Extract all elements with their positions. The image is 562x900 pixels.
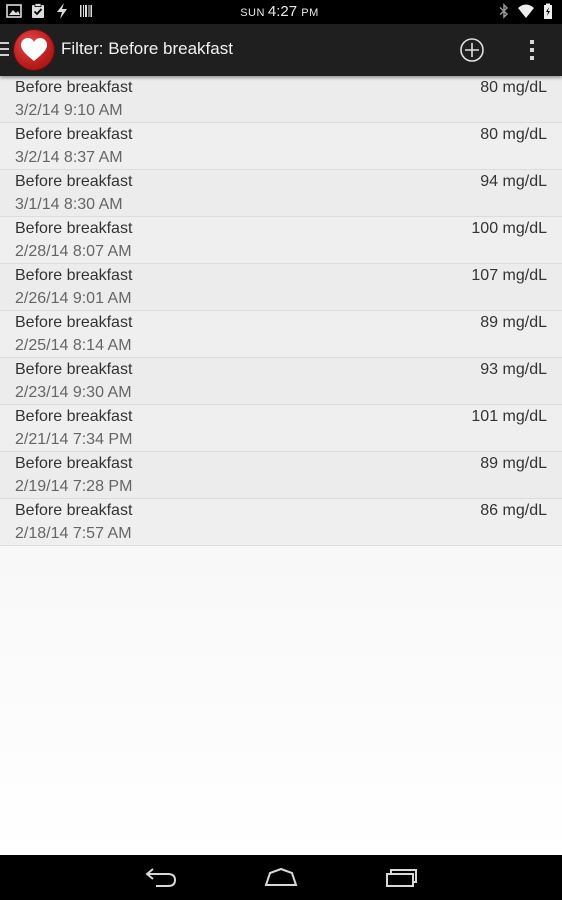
page-title: Filter: Before breakfast bbox=[61, 39, 233, 58]
status-bar: SUN 4:27 PM bbox=[0, 0, 562, 24]
entry-label: Before breakfast bbox=[15, 79, 133, 96]
heart-icon[interactable] bbox=[13, 29, 55, 71]
entry-value: 101 mg/dL bbox=[471, 408, 547, 425]
entry-value: 100 mg/dL bbox=[471, 220, 547, 237]
navigation-bar bbox=[0, 855, 562, 900]
entry-value: 86 mg/dL bbox=[480, 502, 547, 519]
entry-label: Before breakfast bbox=[15, 314, 133, 331]
list-item[interactable]: Before breakfast 107 mg/dL 2/26/14 9:01 … bbox=[0, 264, 562, 311]
clock-ampm: PM bbox=[301, 7, 319, 19]
entry-time: 2/18/14 7:57 AM bbox=[15, 525, 132, 542]
entry-time: 3/1/14 8:30 AM bbox=[15, 196, 123, 213]
entry-value: 94 mg/dL bbox=[480, 173, 547, 190]
entry-label: Before breakfast bbox=[15, 408, 133, 425]
entry-time: 2/19/14 7:28 PM bbox=[15, 478, 133, 495]
entry-label: Before breakfast bbox=[15, 126, 133, 143]
entry-value: 93 mg/dL bbox=[480, 361, 547, 378]
system-icons bbox=[496, 3, 556, 19]
battery-charging-icon bbox=[544, 3, 552, 19]
drawer-indicator-icon[interactable] bbox=[0, 42, 9, 58]
readings-list: Before breakfast 80 mg/dL 3/2/14 9:10 AM… bbox=[0, 76, 562, 855]
clock: SUN 4:27 PM bbox=[0, 3, 562, 20]
entry-time: 2/28/14 8:07 AM bbox=[15, 243, 132, 260]
list-item[interactable]: Before breakfast 100 mg/dL 2/28/14 8:07 … bbox=[0, 217, 562, 264]
clock-day: SUN bbox=[240, 7, 265, 19]
list-item[interactable]: Before breakfast 94 mg/dL 3/1/14 8:30 AM bbox=[0, 170, 562, 217]
entry-time: 2/26/14 9:01 AM bbox=[15, 290, 132, 307]
clock-time: 4:27 bbox=[267, 3, 298, 20]
entry-time: 2/21/14 7:34 PM bbox=[15, 431, 133, 448]
list-item[interactable]: Before breakfast 93 mg/dL 2/23/14 9:30 A… bbox=[0, 358, 562, 405]
entry-value: 89 mg/dL bbox=[480, 455, 547, 472]
entry-time: 2/23/14 9:30 AM bbox=[15, 384, 132, 401]
list-item[interactable]: Before breakfast 86 mg/dL 2/18/14 7:57 A… bbox=[0, 499, 562, 546]
list-item[interactable]: Before breakfast 101 mg/dL 2/21/14 7:34 … bbox=[0, 405, 562, 452]
wifi-icon bbox=[518, 4, 534, 18]
list-item[interactable]: Before breakfast 80 mg/dL 3/2/14 9:10 AM bbox=[0, 76, 562, 123]
entry-value: 80 mg/dL bbox=[480, 126, 547, 143]
entry-value: 89 mg/dL bbox=[480, 314, 547, 331]
back-icon[interactable] bbox=[144, 865, 178, 889]
entry-label: Before breakfast bbox=[15, 502, 133, 519]
entry-time: 2/25/14 8:14 AM bbox=[15, 337, 132, 354]
list-item[interactable]: Before breakfast 89 mg/dL 2/25/14 8:14 A… bbox=[0, 311, 562, 358]
list-item[interactable]: Before breakfast 80 mg/dL 3/2/14 8:37 AM bbox=[0, 123, 562, 170]
entry-label: Before breakfast bbox=[15, 267, 133, 284]
entry-label: Before breakfast bbox=[15, 220, 133, 237]
entry-value: 107 mg/dL bbox=[471, 267, 547, 284]
list-item[interactable]: Before breakfast 89 mg/dL 2/19/14 7:28 P… bbox=[0, 452, 562, 499]
action-bar: Filter: Before breakfast bbox=[0, 24, 562, 76]
home-icon[interactable] bbox=[264, 865, 298, 889]
overflow-menu-icon[interactable] bbox=[525, 36, 539, 64]
entry-time: 3/2/14 9:10 AM bbox=[15, 102, 123, 119]
entry-label: Before breakfast bbox=[15, 361, 133, 378]
entry-label: Before breakfast bbox=[15, 455, 133, 472]
entry-time: 3/2/14 8:37 AM bbox=[15, 149, 123, 166]
entry-label: Before breakfast bbox=[15, 173, 133, 190]
recent-apps-icon[interactable] bbox=[384, 865, 418, 889]
bluetooth-icon bbox=[499, 3, 509, 19]
add-circle-icon[interactable] bbox=[459, 37, 485, 63]
entry-value: 80 mg/dL bbox=[480, 79, 547, 96]
